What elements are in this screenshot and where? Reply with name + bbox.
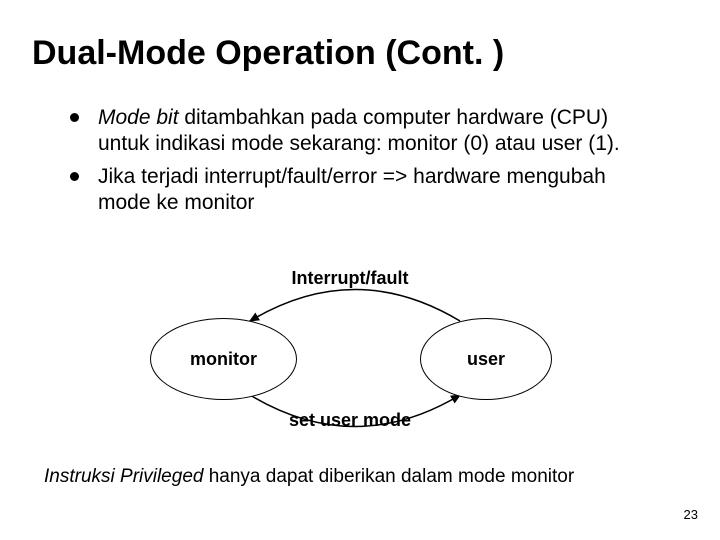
bullet-list: Mode bit ditambahkan pada computer hardw… bbox=[70, 105, 660, 222]
bullet-text: Jika terjadi interrupt/fault/error => ha… bbox=[98, 165, 606, 214]
bullet-item: Mode bit ditambahkan pada computer hardw… bbox=[70, 105, 660, 158]
page-number: 23 bbox=[684, 507, 698, 522]
node-user: user bbox=[420, 318, 552, 400]
node-user-label: user bbox=[467, 349, 505, 370]
slide-title: Dual-Mode Operation (Cont. ) bbox=[32, 34, 504, 73]
footer-note: Instruksi Privileged hanya dapat diberik… bbox=[44, 466, 684, 488]
node-monitor: monitor bbox=[150, 318, 297, 400]
slide: Dual-Mode Operation (Cont. ) Mode bit di… bbox=[0, 0, 720, 540]
bullet-emph: Mode bit bbox=[98, 106, 179, 129]
node-monitor-label: monitor bbox=[190, 349, 257, 370]
bullet-item: Jika terjadi interrupt/fault/error => ha… bbox=[70, 164, 660, 217]
state-diagram: Interrupt/fault monitor user set user mo… bbox=[130, 268, 570, 438]
footer-text: hanya dapat diberikan dalam mode monitor bbox=[203, 466, 574, 487]
footer-emph: Instruksi Privileged bbox=[44, 466, 203, 487]
diagram-bottom-label: set user mode bbox=[130, 410, 570, 431]
